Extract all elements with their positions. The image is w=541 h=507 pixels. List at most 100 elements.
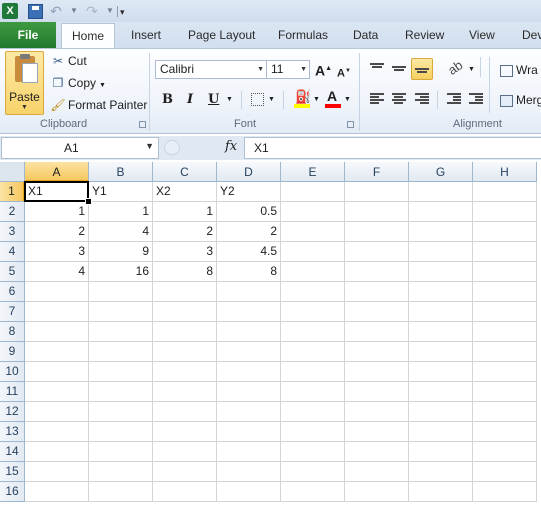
tab-insert[interactable]: Insert	[131, 22, 161, 48]
tab-page-layout[interactable]: Page Layout	[188, 22, 255, 48]
row-header[interactable]: 14	[0, 442, 25, 462]
cell[interactable]	[89, 322, 153, 342]
cell[interactable]	[281, 302, 345, 322]
cell[interactable]	[153, 402, 217, 422]
cell[interactable]	[89, 282, 153, 302]
cell[interactable]	[153, 382, 217, 402]
top-align-icon[interactable]	[370, 63, 384, 75]
cell[interactable]: 9	[89, 242, 153, 262]
cell[interactable]	[281, 282, 345, 302]
cell[interactable]	[281, 482, 345, 502]
insert-function-icon[interactable]: fx	[225, 139, 237, 154]
cell[interactable]	[345, 282, 409, 302]
cell[interactable]	[25, 382, 89, 402]
row-header[interactable]: 1	[0, 182, 25, 202]
align-right-icon[interactable]	[415, 93, 429, 105]
increase-indent-icon[interactable]	[469, 93, 483, 105]
formula-input[interactable]: X1	[244, 137, 541, 159]
cell[interactable]: 2	[25, 222, 89, 242]
cell[interactable]	[473, 342, 537, 362]
font-color-dropdown-icon[interactable]: ▼	[344, 91, 351, 109]
bold-button[interactable]: B	[162, 91, 173, 109]
paste-dropdown-icon[interactable]: ▼	[6, 104, 43, 111]
clipboard-launcher-icon[interactable]	[139, 121, 146, 128]
cell[interactable]	[89, 462, 153, 482]
name-box[interactable]: A1 ▼	[1, 137, 159, 159]
cell[interactable]	[281, 462, 345, 482]
cell[interactable]	[281, 342, 345, 362]
cell[interactable]	[345, 382, 409, 402]
cell[interactable]	[409, 482, 473, 502]
cell[interactable]: 1	[89, 202, 153, 222]
column-header[interactable]: B	[89, 162, 153, 182]
row-header[interactable]: 9	[0, 342, 25, 362]
row-header[interactable]: 16	[0, 482, 25, 502]
cell[interactable]	[409, 182, 473, 202]
tab-home[interactable]: Home	[61, 23, 115, 49]
cell[interactable]	[153, 282, 217, 302]
column-header[interactable]: F	[345, 162, 409, 182]
cell[interactable]	[409, 402, 473, 422]
cell[interactable]: 4.5	[217, 242, 281, 262]
cell[interactable]	[345, 262, 409, 282]
cell[interactable]	[89, 382, 153, 402]
cell[interactable]	[473, 482, 537, 502]
cell[interactable]: 4	[25, 262, 89, 282]
cell[interactable]	[473, 222, 537, 242]
save-icon[interactable]	[28, 4, 43, 19]
cell[interactable]	[281, 402, 345, 422]
cell[interactable]	[89, 422, 153, 442]
cell[interactable]	[473, 202, 537, 222]
cell[interactable]	[409, 242, 473, 262]
undo-icon[interactable]: ↶	[50, 3, 66, 19]
cell[interactable]	[217, 402, 281, 422]
cell[interactable]	[473, 182, 537, 202]
cell[interactable]	[409, 362, 473, 382]
cell[interactable]	[153, 462, 217, 482]
copy-dropdown-icon[interactable]: ▼	[99, 82, 106, 89]
cell[interactable]	[345, 322, 409, 342]
merge-center-button[interactable]: Merg	[500, 91, 541, 109]
cell[interactable]	[281, 382, 345, 402]
cell[interactable]	[473, 462, 537, 482]
cell[interactable]: 1	[153, 202, 217, 222]
row-header[interactable]: 11	[0, 382, 25, 402]
cell[interactable]	[345, 182, 409, 202]
borders-dropdown-icon[interactable]: ▼	[268, 91, 275, 109]
customize-qat-icon[interactable]: ▾	[120, 3, 128, 19]
cell[interactable]	[473, 282, 537, 302]
column-header[interactable]: A	[25, 162, 89, 182]
cell[interactable]: X2	[153, 182, 217, 202]
underline-dropdown-icon[interactable]: ▼	[226, 91, 233, 109]
font-color-button[interactable]: A	[325, 88, 341, 109]
cell[interactable]: 2	[153, 222, 217, 242]
decrease-indent-icon[interactable]	[447, 93, 461, 105]
cell[interactable]	[345, 222, 409, 242]
select-all-corner[interactable]	[0, 162, 25, 182]
wrap-text-button[interactable]: Wra	[500, 61, 538, 79]
middle-align-icon[interactable]	[392, 63, 406, 75]
cell[interactable]	[409, 322, 473, 342]
align-left-icon[interactable]	[370, 93, 384, 105]
row-header[interactable]: 10	[0, 362, 25, 382]
cell[interactable]	[345, 202, 409, 222]
cell[interactable]	[153, 362, 217, 382]
format-painter-button[interactable]: 🖌 Format Painter	[50, 96, 147, 114]
fill-color-dropdown-icon[interactable]: ▼	[313, 91, 320, 109]
cell[interactable]	[217, 282, 281, 302]
cell[interactable]	[409, 442, 473, 462]
cell[interactable]	[281, 222, 345, 242]
cell[interactable]	[25, 362, 89, 382]
grow-font-button[interactable]: A▲	[315, 60, 332, 80]
font-launcher-icon[interactable]	[347, 121, 354, 128]
redo-dropdown-icon[interactable]: ▼	[106, 3, 114, 19]
borders-icon[interactable]	[251, 93, 264, 106]
name-box-dropdown-icon[interactable]: ▼	[145, 141, 154, 151]
cell[interactable]: 0.5	[217, 202, 281, 222]
tab-file[interactable]: File	[0, 22, 56, 48]
cell[interactable]	[25, 422, 89, 442]
cell[interactable]	[25, 302, 89, 322]
cell[interactable]	[281, 202, 345, 222]
font-name-dropdown-icon[interactable]: ▼	[257, 61, 264, 78]
cell[interactable]	[345, 462, 409, 482]
